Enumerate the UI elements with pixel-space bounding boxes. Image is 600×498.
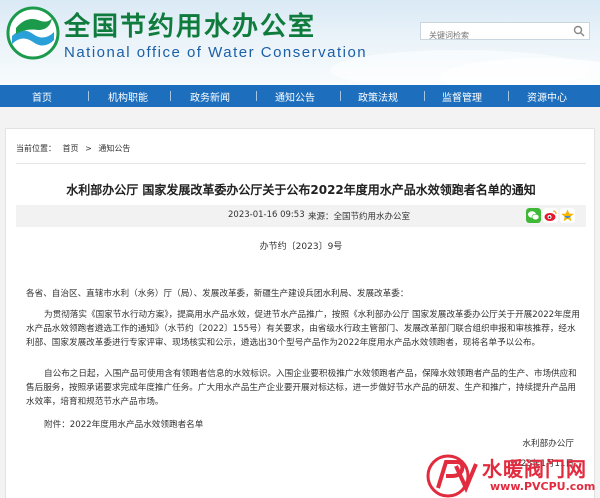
nav-divider [508, 91, 509, 101]
nav-item-supervision[interactable]: 监督管理 [442, 89, 482, 104]
article-source: 来源：全国节约用水办公室 [308, 212, 411, 222]
article-card: 当前位置： 首页 > 通知公告 水利部办公厅 国家发展改革委办公厅关于公布202… [5, 128, 595, 498]
qzone-share-icon[interactable] [560, 208, 575, 223]
weibo-share-icon[interactable] [543, 208, 558, 223]
breadcrumb-current[interactable]: 通知公告 [98, 144, 130, 153]
wechat-share-icon[interactable] [526, 208, 541, 223]
breadcrumb-home[interactable]: 首页 [63, 144, 79, 153]
article-meta-bar: 2023-01-16 09:53 来源：全国节约用水办公室 [16, 205, 586, 227]
nav-item-home[interactable]: 首页 [32, 89, 52, 104]
main-nav: 首页 机构职能 政务新闻 通知公告 政策法规 监督管理 资源中心 [0, 85, 600, 107]
divider [16, 163, 586, 164]
watermark-text: 水暖阀门网 [482, 457, 587, 481]
nav-item-functions[interactable]: 机构职能 [108, 89, 148, 104]
search-input[interactable] [421, 27, 561, 44]
nav-item-policies[interactable]: 政策法规 [358, 89, 398, 104]
watermark-logo-icon [426, 454, 478, 498]
breadcrumb-label: 当前位置： [16, 144, 56, 153]
breadcrumb-separator: > [85, 144, 92, 153]
nav-divider [256, 91, 257, 101]
paragraph-2: 自公布之日起，入围产品可使用含有领跑者信息的水效标识。入围企业要积极推广水效领跑… [26, 369, 577, 407]
search-icon[interactable] [573, 25, 585, 37]
attachment-link[interactable]: 附件：2022年度用水产品水效领跑者名单 [26, 418, 580, 432]
addressee: 各省、自治区、直辖市水利（水务）厅（局）、发展改革委，新疆生产建设兵团水利局、发… [26, 289, 409, 299]
nav-divider [424, 91, 425, 101]
paragraph-1: 为贯彻落实《国家节水行动方案》，提高用水产品水效，促进节水产品推广，按照《水利部… [26, 310, 580, 348]
site-header: 全国节约用水办公室 National office of Water Conse… [0, 0, 600, 85]
nav-divider [340, 91, 341, 101]
breadcrumb: 当前位置： 首页 > 通知公告 [16, 143, 134, 154]
site-title[interactable]: 全国节约用水办公室 [64, 6, 316, 43]
nav-item-notices[interactable]: 通知公告 [275, 89, 315, 104]
nav-divider [88, 91, 89, 101]
nav-item-resources[interactable]: 资源中心 [527, 89, 567, 104]
nav-divider [170, 91, 171, 101]
document-number: 办节约〔2023〕9号 [259, 242, 343, 252]
signature: 水利部办公厅 [522, 439, 574, 449]
article-title: 水利部办公厅 国家发展改革委办公厅关于公布2022年度用水产品水效领跑者名单的通… [66, 183, 536, 197]
site-logo-icon[interactable] [6, 6, 60, 60]
nav-item-news[interactable]: 政务新闻 [190, 89, 230, 104]
watermark-url: www.PVCPU.com [490, 480, 596, 493]
article-date: 2023-01-16 09:53 [228, 210, 305, 220]
search-box [420, 22, 590, 44]
site-subtitle: National office of Water Conservation [64, 44, 368, 61]
